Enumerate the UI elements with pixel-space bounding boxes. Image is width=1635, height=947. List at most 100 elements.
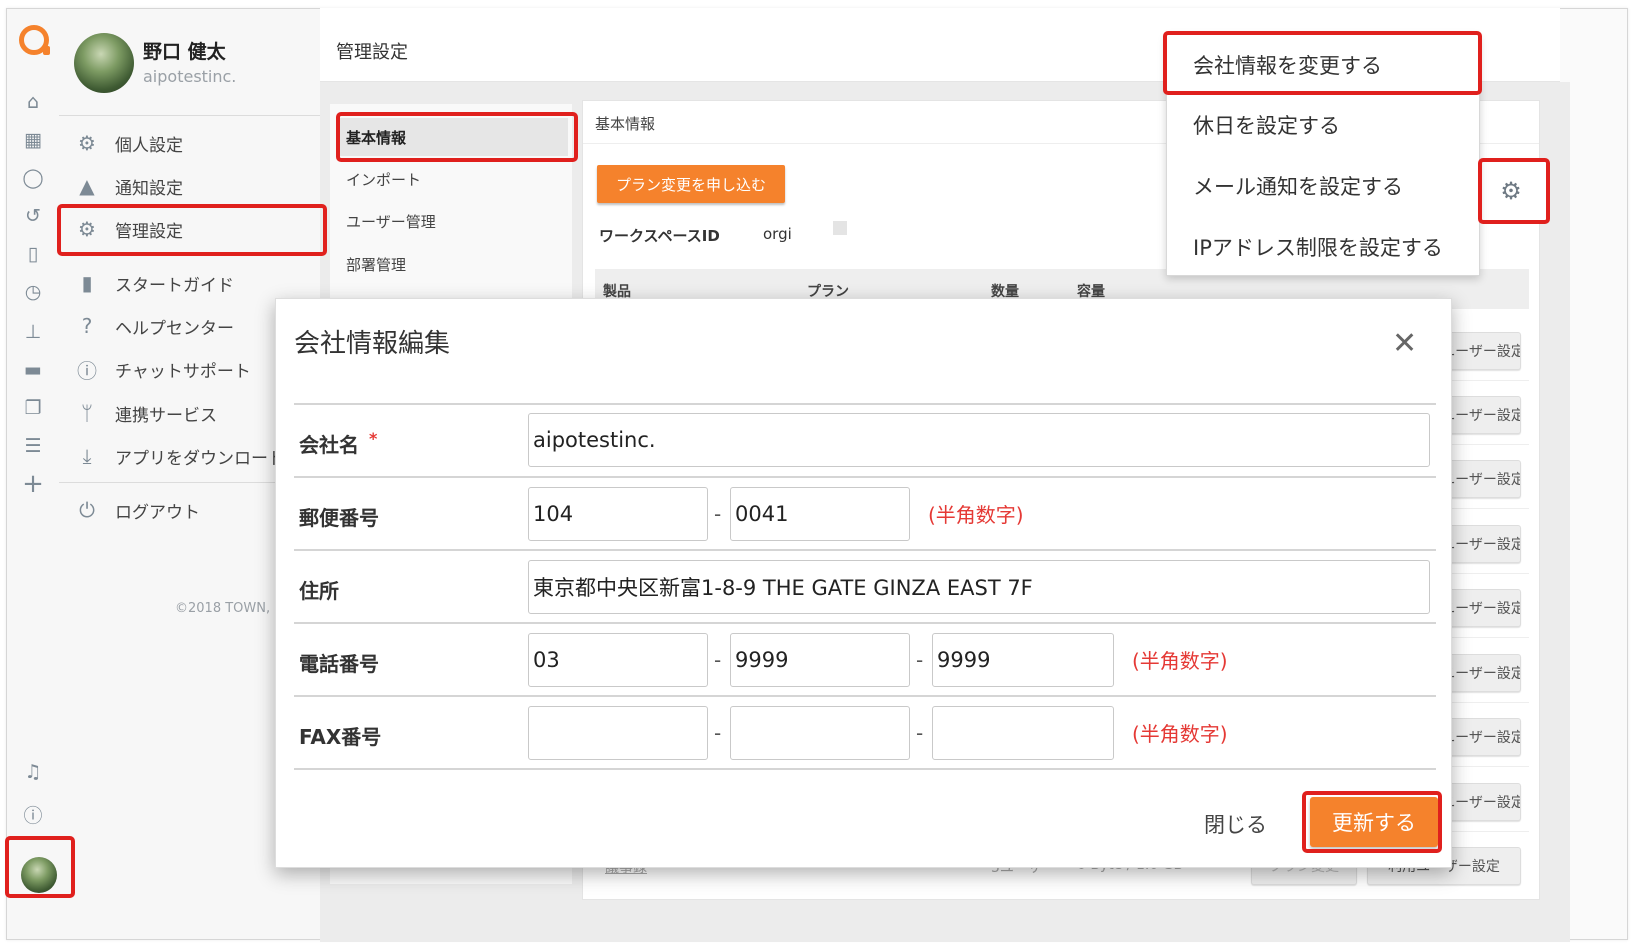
fax-1-input[interactable] [528, 706, 708, 760]
dash: - [714, 502, 722, 526]
panel-title: 基本情報 [595, 115, 656, 133]
app-logo-icon[interactable] [19, 25, 50, 55]
menu-item-start-guide[interactable]: ▮ スタートガイド [59, 263, 339, 303]
menu-item-notification[interactable]: ▲ 通知設定 [59, 166, 339, 206]
fax-hint: (半角数字) [1132, 722, 1228, 746]
dash: - [714, 721, 722, 745]
copy-icon[interactable] [833, 221, 847, 235]
menu-item-ip-restrict[interactable]: IPアドレス制限を設定する [1167, 217, 1479, 277]
user-name: 野口 健太 [143, 41, 226, 63]
postal-code-2-input[interactable] [730, 487, 910, 541]
address-input[interactable] [528, 560, 1430, 614]
gears-icon: ⚙ [78, 217, 96, 241]
fax-3-input[interactable] [932, 706, 1114, 760]
user-avatar-small[interactable] [21, 857, 57, 893]
org-chart-icon[interactable]: ⊥ [20, 319, 46, 345]
user-settings-button[interactable]: ユーザー設定 [1445, 332, 1521, 370]
question-icon: ? [81, 314, 93, 338]
phone-label: 電話番号 [299, 652, 379, 676]
user-settings-button[interactable]: ユーザー設定 [1445, 525, 1521, 563]
menu-label: 管理設定 [115, 221, 183, 242]
subnav-item-users[interactable]: ユーザー管理 [336, 202, 568, 240]
user-org: aipotestinc. [143, 67, 237, 86]
divider [294, 476, 1436, 478]
clock-icon[interactable]: ◷ [20, 279, 46, 305]
divider [59, 115, 347, 116]
user-settings-button[interactable]: ユーザー設定 [1445, 654, 1521, 692]
calendar-icon[interactable]: ▦ [20, 127, 46, 153]
menu-item-change-company[interactable]: 会社情報を変更する [1167, 35, 1479, 95]
company-name-label: 会社名 * [299, 429, 377, 458]
plan-change-button[interactable]: プラン変更を申し込む [597, 165, 785, 203]
book-icon: ▮ [81, 271, 93, 295]
bell-icon[interactable]: ♫ [20, 759, 46, 785]
fax-label: FAX番号 [299, 725, 382, 749]
user-settings-button[interactable]: ユーザー設定 [1445, 718, 1521, 756]
download-icon: ⤓ [82, 444, 92, 468]
menu-item-holidays[interactable]: 休日を設定する [1167, 95, 1479, 155]
update-button[interactable]: 更新する [1310, 797, 1438, 847]
home-icon[interactable]: ⌂ [20, 89, 46, 115]
menu-item-admin[interactable]: ⚙ 管理設定 [59, 209, 339, 249]
help-icon[interactable]: ⓘ [20, 801, 46, 827]
power-icon: ⏻ [79, 498, 95, 522]
folder-icon[interactable]: ▬ [20, 357, 46, 383]
menu-label: ログアウト [115, 502, 200, 523]
dash: - [714, 648, 722, 672]
user-settings-button[interactable]: ユーザー設定 [1445, 460, 1521, 498]
divider [294, 695, 1436, 697]
checklist-icon[interactable]: ☰ [20, 433, 46, 459]
menu-label: アプリをダウンロード [115, 448, 285, 469]
icon-rail: ⌂ ▦ ◯ ↺ ▯ ◷ ⊥ ▬ ❐ ☰ + ♫ ⓘ [7, 9, 59, 939]
plus-icon[interactable]: + [20, 469, 46, 499]
postal-hint: (半角数字) [928, 503, 1024, 527]
phone-1-input[interactable] [528, 633, 708, 687]
fax-2-input[interactable] [730, 706, 910, 760]
branch-icon: ᛘ [81, 401, 93, 425]
chat-icon[interactable]: ◯ [20, 165, 46, 191]
menu-label: 個人設定 [115, 135, 183, 156]
copy-icon[interactable]: ❐ [20, 395, 46, 421]
divider [294, 622, 1436, 624]
history-icon[interactable]: ↺ [20, 203, 46, 229]
page-title: 管理設定 [336, 42, 408, 63]
menu-label: 通知設定 [115, 178, 183, 199]
phone-3-input[interactable] [932, 633, 1114, 687]
subnav-item-import[interactable]: インポート [336, 160, 568, 198]
menu-item-mail-notify[interactable]: メール通知を設定する [1167, 156, 1479, 216]
bell-icon: ▲ [79, 174, 95, 198]
close-button[interactable]: 閉じる [1204, 809, 1267, 839]
divider [294, 768, 1436, 770]
subnav-item-basic[interactable]: 基本情報 [336, 118, 568, 156]
close-icon[interactable]: ✕ [1392, 329, 1417, 359]
divider [294, 403, 1436, 405]
avatar[interactable] [74, 33, 134, 93]
dash: - [916, 721, 924, 745]
subnav-item-departments[interactable]: 部署管理 [336, 245, 568, 283]
phone-hint: (半角数字) [1132, 649, 1228, 673]
company-edit-modal: 会社情報編集 ✕ 会社名* 郵便番号 - (半角数字) 住所 電話番号 - - … [275, 298, 1452, 868]
divider [59, 253, 347, 254]
required-mark: * [369, 429, 378, 448]
address-label: 住所 [299, 579, 339, 603]
menu-item-personal[interactable]: ⚙ 個人設定 [59, 123, 339, 163]
user-settings-button[interactable]: ユーザー設定 [1445, 589, 1521, 627]
user-settings-button[interactable]: ユーザー設定 [1445, 783, 1521, 821]
clipboard-icon[interactable]: ▯ [20, 241, 46, 267]
workspace-id-value: orgi [763, 225, 792, 243]
menu-label: チャットサポート [115, 361, 251, 382]
menu-label: 連携サービス [115, 405, 217, 426]
company-name-input[interactable] [528, 413, 1430, 467]
question-circle-icon: ⓘ [77, 358, 97, 383]
menu-label: スタートガイド [115, 275, 234, 296]
user-settings-button[interactable]: ユーザー設定 [1445, 396, 1521, 434]
divider [294, 549, 1436, 551]
label-text: 会社名 [299, 433, 359, 457]
gear-icon: ⚙ [1500, 177, 1522, 205]
phone-2-input[interactable] [730, 633, 910, 687]
settings-dropdown-menu: 会社情報を変更する 休日を設定する メール通知を設定する IPアドレス制限を設定… [1166, 34, 1480, 276]
menu-label: ヘルプセンター [115, 318, 234, 339]
settings-gear-button[interactable]: ⚙ [1476, 160, 1546, 222]
gear-icon: ⚙ [78, 131, 96, 155]
postal-code-1-input[interactable] [528, 487, 708, 541]
